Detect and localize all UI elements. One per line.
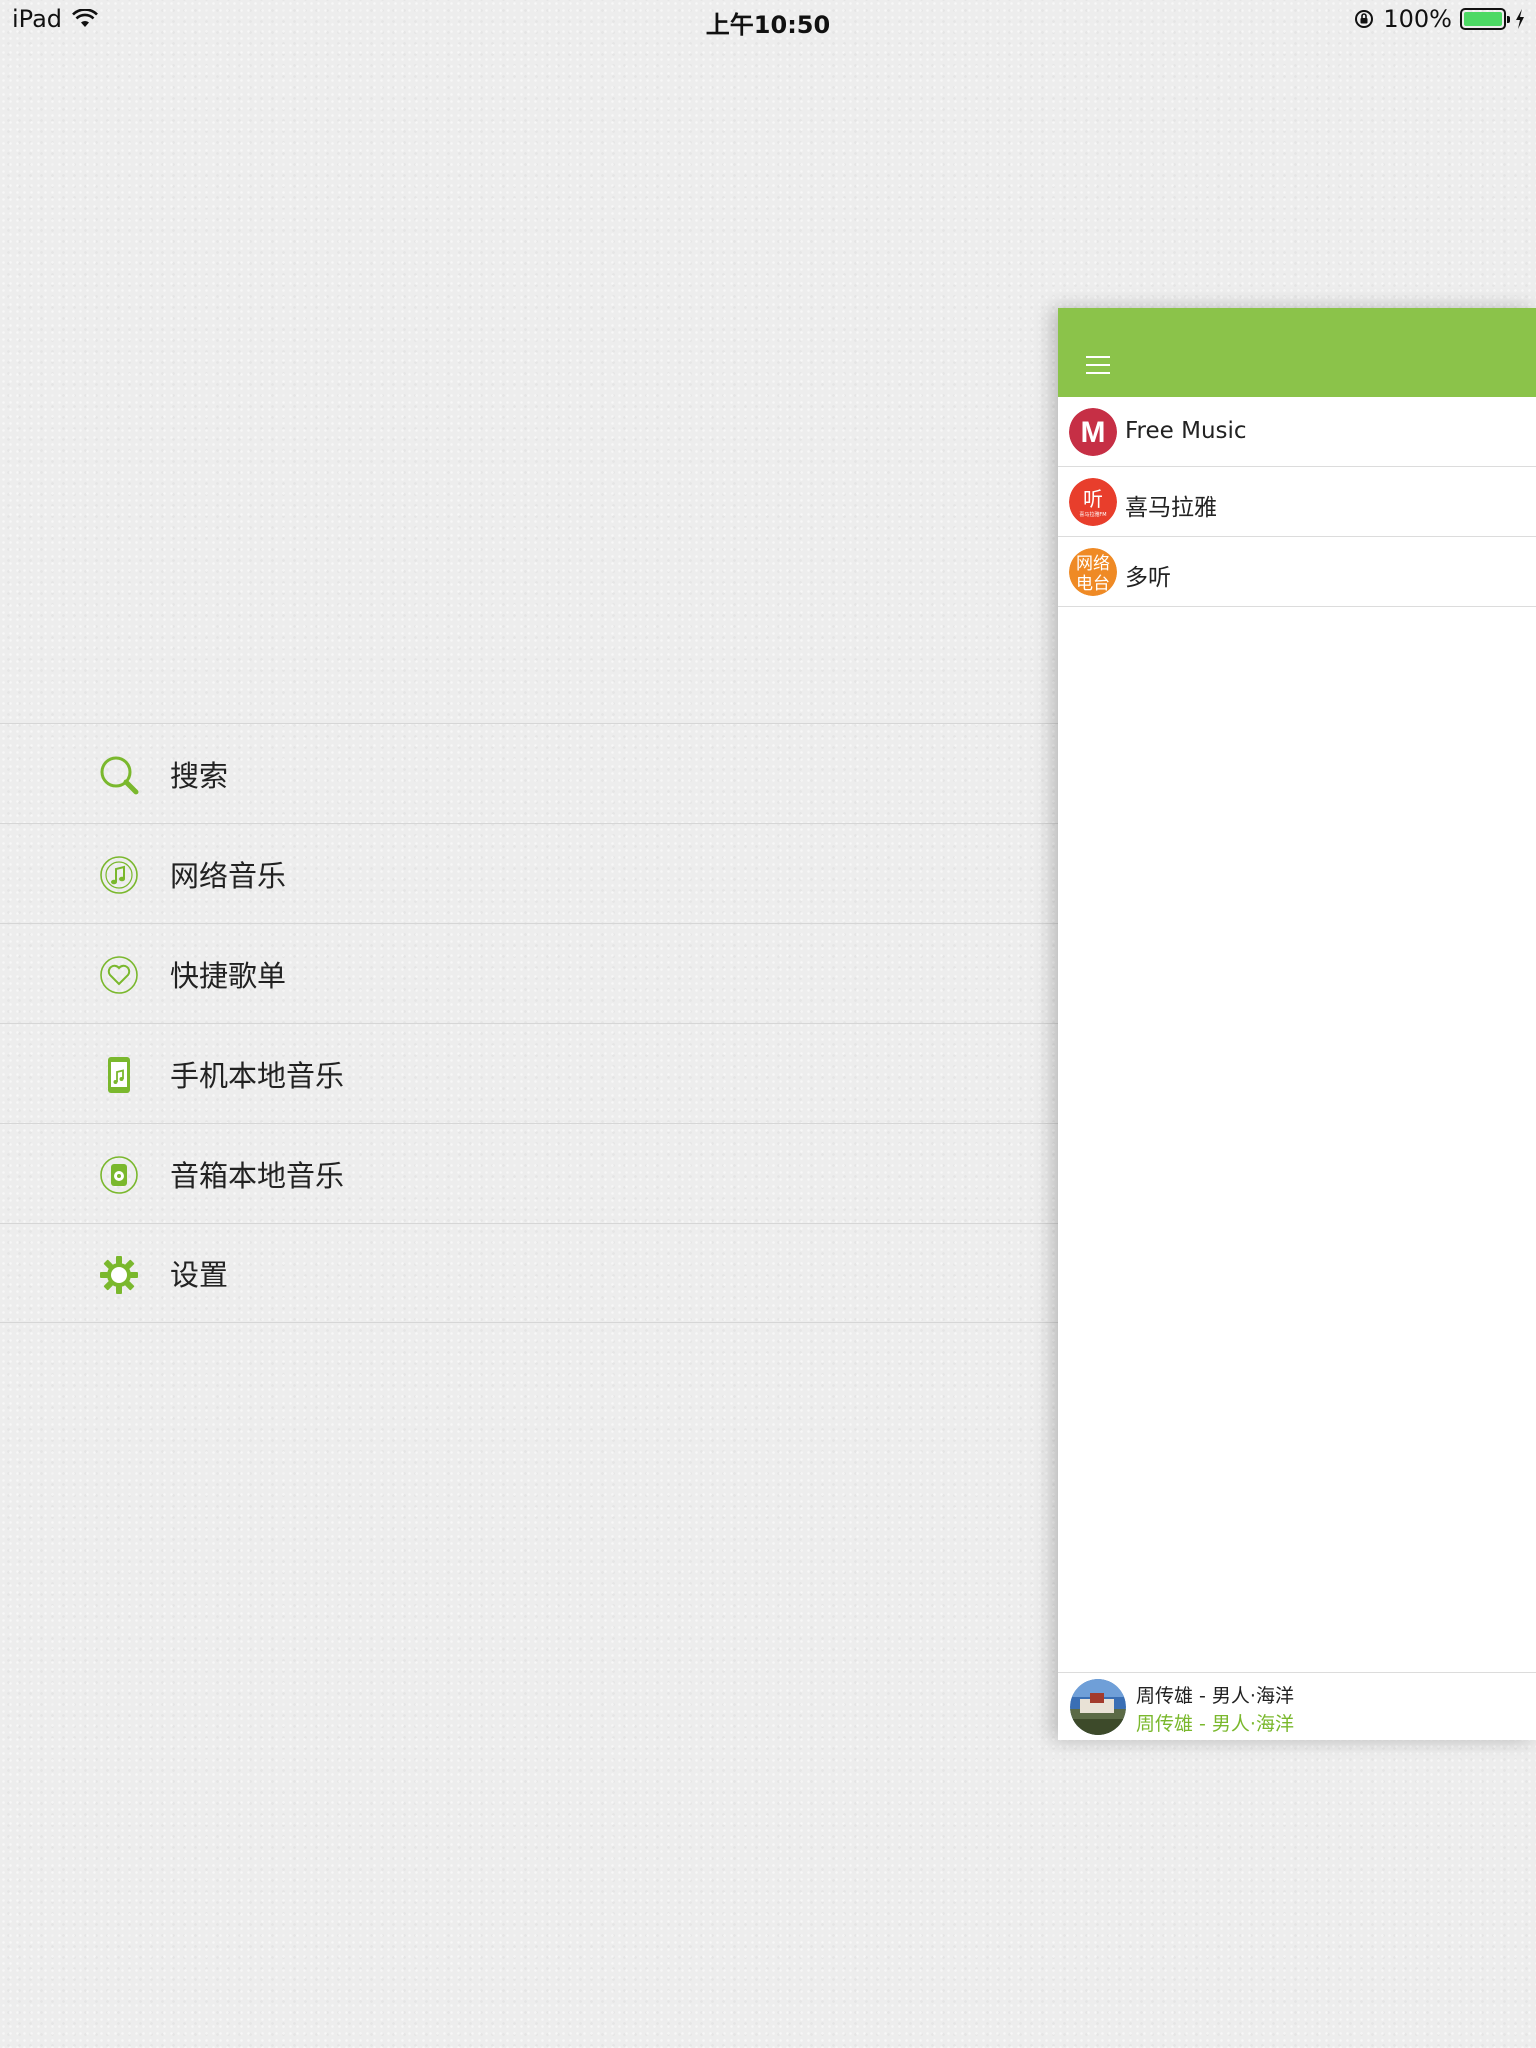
- status-right: 100%: [1353, 5, 1526, 33]
- menu-item-label: 搜索: [170, 758, 229, 793]
- speaker-music-icon: [100, 1156, 138, 1194]
- gear-icon: [100, 1256, 138, 1294]
- menu-item-online-music[interactable]: 网络音乐: [0, 823, 1058, 923]
- source-list: M Free Music 听 喜马拉雅FM 喜马拉雅 网络 电台 多听: [1058, 397, 1536, 607]
- battery-percent: 100%: [1383, 5, 1452, 33]
- status-time: 上午10:50: [705, 11, 831, 39]
- free-music-logo-text: M: [1081, 416, 1106, 449]
- source-name: 喜马拉雅: [1125, 495, 1217, 521]
- source-name: Free Music: [1125, 418, 1247, 444]
- status-bar: iPad 上午10:50 100%: [0, 0, 1536, 40]
- menu-item-search[interactable]: 搜索: [0, 723, 1058, 823]
- battery-fill: [1464, 12, 1502, 26]
- battery-cap: [1507, 16, 1510, 23]
- source-item-ximalaya[interactable]: 听 喜马拉雅FM 喜马拉雅: [1058, 467, 1536, 537]
- source-item-free-music[interactable]: M Free Music: [1058, 397, 1536, 467]
- menu-item-label: 网络音乐: [170, 858, 287, 893]
- duoting-logo-text-top: 网络: [1076, 554, 1110, 574]
- source-item-duoting[interactable]: 网络 电台 多听: [1058, 537, 1536, 607]
- source-name: 多听: [1125, 565, 1171, 591]
- free-music-logo: M: [1069, 408, 1117, 456]
- phone-music-icon: [108, 1057, 130, 1093]
- ximalaya-logo-text: 听: [1083, 487, 1103, 511]
- menu-item-quick-playlist[interactable]: 快捷歌单: [0, 923, 1058, 1023]
- side-menu: 搜索 网络音乐 快捷歌单 手机本地音乐 音箱本地音乐 设置: [0, 723, 1058, 1323]
- duoting-logo-text-bottom: 电台: [1076, 574, 1110, 594]
- now-playing-subtitle: 周传雄 - 男人·海洋: [1136, 1713, 1294, 1735]
- ximalaya-logo-subtext: 喜马拉雅FM: [1079, 511, 1106, 518]
- menu-item-label: 音箱本地音乐: [170, 1158, 345, 1193]
- charging-icon: [1516, 9, 1524, 29]
- search-icon: [100, 756, 139, 795]
- menu-item-phone-local-music[interactable]: 手机本地音乐: [0, 1023, 1058, 1123]
- ximalaya-logo: 听 喜马拉雅FM: [1069, 478, 1117, 526]
- heart-playlist-icon: [100, 956, 138, 994]
- now-playing-title: 周传雄 - 男人·海洋: [1136, 1685, 1294, 1707]
- album-art: [1070, 1679, 1126, 1735]
- rotation-lock-icon: [1355, 10, 1374, 28]
- online-music-icon: [100, 856, 138, 894]
- music-source-panel: M Free Music 听 喜马拉雅FM 喜马拉雅 网络 电台 多听 周传雄 …: [1058, 308, 1536, 1740]
- duoting-logo: 网络 电台: [1069, 548, 1117, 596]
- battery-icon: [1460, 8, 1510, 30]
- hamburger-menu-icon[interactable]: [1086, 356, 1112, 376]
- mini-player[interactable]: 周传雄 - 男人·海洋 周传雄 - 男人·海洋: [1058, 1672, 1536, 1740]
- menu-item-speaker-local-music[interactable]: 音箱本地音乐: [0, 1123, 1058, 1223]
- menu-item-label: 快捷歌单: [170, 958, 287, 993]
- menu-item-label: 设置: [170, 1258, 229, 1292]
- menu-item-label: 手机本地音乐: [170, 1058, 345, 1093]
- panel-header: [1058, 308, 1536, 397]
- menu-item-settings[interactable]: 设置: [0, 1223, 1058, 1323]
